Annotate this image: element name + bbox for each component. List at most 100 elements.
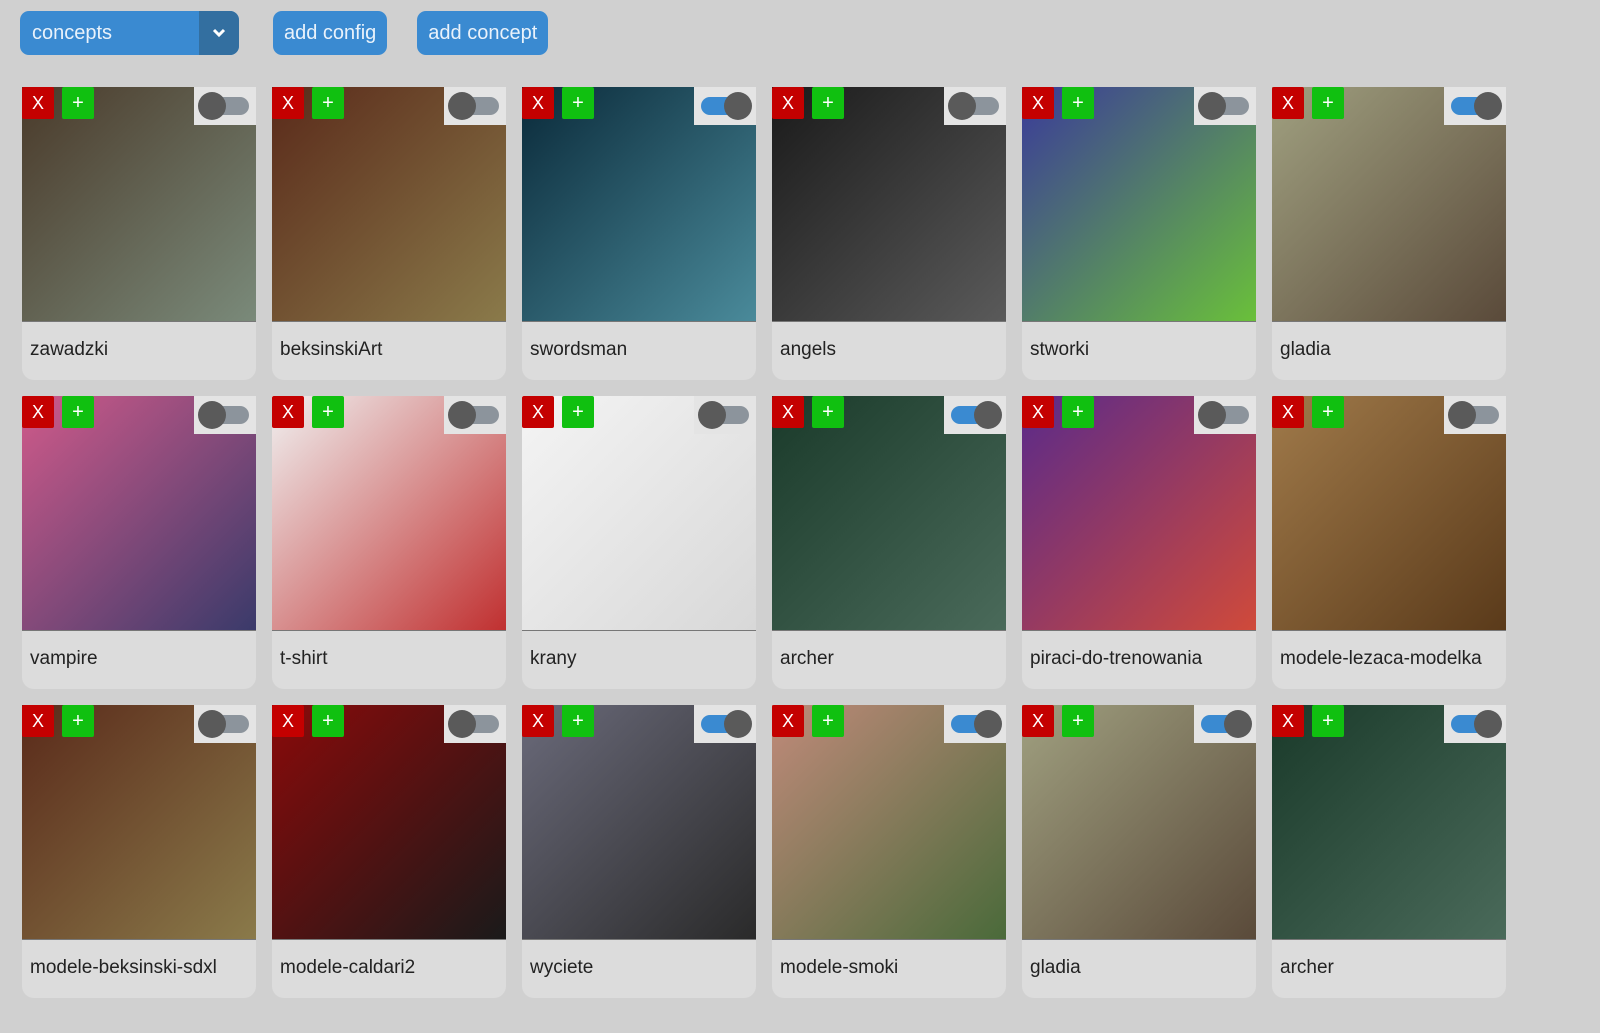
concept-card[interactable]: X + modele-caldari2 bbox=[272, 705, 506, 998]
concepts-select[interactable]: concepts bbox=[20, 11, 239, 55]
enable-toggle[interactable] bbox=[198, 401, 249, 429]
concept-card[interactable]: X + krany bbox=[522, 396, 756, 689]
add-button[interactable]: + bbox=[812, 396, 844, 428]
add-button[interactable]: + bbox=[812, 705, 844, 737]
concept-thumbnail[interactable]: X + bbox=[1272, 396, 1506, 631]
concept-card[interactable]: X + wyciete bbox=[522, 705, 756, 998]
enable-toggle[interactable] bbox=[948, 92, 999, 120]
concept-card[interactable]: X + modele-lezaca-modelka bbox=[1272, 396, 1506, 689]
add-button[interactable]: + bbox=[562, 705, 594, 737]
concept-thumbnail[interactable]: X + bbox=[522, 87, 756, 322]
enable-toggle[interactable] bbox=[448, 92, 499, 120]
concept-card[interactable]: X + archer bbox=[1272, 705, 1506, 998]
concept-thumbnail[interactable]: X + bbox=[1022, 705, 1256, 940]
enable-toggle[interactable] bbox=[1451, 710, 1502, 738]
delete-button[interactable]: X bbox=[1272, 396, 1304, 428]
concept-thumbnail[interactable]: X + bbox=[1272, 705, 1506, 940]
delete-button[interactable]: X bbox=[1022, 87, 1054, 119]
concept-card[interactable]: X + vampire bbox=[22, 396, 256, 689]
enable-toggle[interactable] bbox=[1201, 710, 1252, 738]
concept-card[interactable]: X + beksinskiArt bbox=[272, 87, 506, 380]
add-button[interactable]: + bbox=[312, 396, 344, 428]
chevron-down-icon[interactable] bbox=[199, 11, 239, 55]
delete-button[interactable]: X bbox=[22, 705, 54, 737]
delete-button[interactable]: X bbox=[522, 705, 554, 737]
concept-card[interactable]: X + gladia bbox=[1022, 705, 1256, 998]
concept-thumbnail[interactable]: X + bbox=[272, 87, 506, 322]
concept-card[interactable]: X + archer bbox=[772, 396, 1006, 689]
delete-button[interactable]: X bbox=[1272, 705, 1304, 737]
delete-button[interactable]: X bbox=[772, 705, 804, 737]
concept-card[interactable]: X + t-shirt bbox=[272, 396, 506, 689]
delete-button[interactable]: X bbox=[772, 396, 804, 428]
enable-toggle[interactable] bbox=[951, 401, 1002, 429]
add-button[interactable]: + bbox=[1062, 87, 1094, 119]
concept-card[interactable]: X + swordsman bbox=[522, 87, 756, 380]
concept-thumbnail[interactable]: X + bbox=[272, 705, 506, 940]
add-button[interactable]: + bbox=[812, 87, 844, 119]
delete-button[interactable]: X bbox=[522, 396, 554, 428]
add-button[interactable]: + bbox=[1062, 396, 1094, 428]
delete-button[interactable]: X bbox=[272, 396, 304, 428]
toggle-container bbox=[1194, 87, 1256, 125]
enable-toggle[interactable] bbox=[1198, 401, 1249, 429]
delete-button[interactable]: X bbox=[272, 705, 304, 737]
toggle-container bbox=[944, 705, 1006, 743]
enable-toggle[interactable] bbox=[701, 92, 752, 120]
concept-card[interactable]: X + gladia bbox=[1272, 87, 1506, 380]
concept-thumbnail[interactable]: X + bbox=[772, 396, 1006, 631]
add-button[interactable]: + bbox=[562, 87, 594, 119]
enable-toggle[interactable] bbox=[698, 401, 749, 429]
add-button[interactable]: + bbox=[562, 396, 594, 428]
concept-name: t-shirt bbox=[280, 648, 328, 669]
add-button[interactable]: + bbox=[1312, 396, 1344, 428]
concept-card[interactable]: X + angels bbox=[772, 87, 1006, 380]
add-button[interactable]: + bbox=[312, 87, 344, 119]
add-button[interactable]: + bbox=[62, 396, 94, 428]
add-concept-button[interactable]: add concept bbox=[417, 11, 549, 55]
delete-button[interactable]: X bbox=[1272, 87, 1304, 119]
concept-thumbnail[interactable]: X + bbox=[22, 705, 256, 940]
concept-thumbnail[interactable]: X + bbox=[772, 87, 1006, 322]
delete-button[interactable]: X bbox=[1022, 705, 1054, 737]
enable-toggle[interactable] bbox=[198, 92, 249, 120]
add-button[interactable]: + bbox=[1312, 705, 1344, 737]
delete-button[interactable]: X bbox=[272, 87, 304, 119]
enable-toggle[interactable] bbox=[951, 710, 1002, 738]
add-button[interactable]: + bbox=[62, 705, 94, 737]
add-config-button[interactable]: add config bbox=[273, 11, 388, 55]
delete-button[interactable]: X bbox=[22, 87, 54, 119]
concept-thumbnail[interactable]: X + bbox=[772, 705, 1006, 940]
delete-button[interactable]: X bbox=[522, 87, 554, 119]
enable-toggle[interactable] bbox=[1451, 92, 1502, 120]
delete-button[interactable]: X bbox=[1022, 396, 1054, 428]
concept-card[interactable]: X + stworki bbox=[1022, 87, 1256, 380]
concept-thumbnail[interactable]: X + bbox=[1022, 87, 1256, 322]
toggle-knob bbox=[198, 92, 226, 120]
delete-button[interactable]: X bbox=[772, 87, 804, 119]
concept-thumbnail[interactable]: X + bbox=[1022, 396, 1256, 631]
concept-thumbnail[interactable]: X + bbox=[522, 705, 756, 940]
concept-card[interactable]: X + modele-beksinski-sdxl bbox=[22, 705, 256, 998]
concept-thumbnail[interactable]: X + bbox=[1272, 87, 1506, 322]
concept-thumbnail[interactable]: X + bbox=[22, 396, 256, 631]
toggle-container bbox=[1194, 705, 1256, 743]
delete-button[interactable]: X bbox=[22, 396, 54, 428]
add-button[interactable]: + bbox=[1062, 705, 1094, 737]
concept-thumbnail[interactable]: X + bbox=[22, 87, 256, 322]
enable-toggle[interactable] bbox=[1448, 401, 1499, 429]
concept-thumbnail[interactable]: X + bbox=[522, 396, 756, 631]
concept-card[interactable]: X + zawadzki bbox=[22, 87, 256, 380]
concept-card[interactable]: X + piraci-do-trenowania bbox=[1022, 396, 1256, 689]
add-button[interactable]: + bbox=[62, 87, 94, 119]
enable-toggle[interactable] bbox=[1198, 92, 1249, 120]
concept-thumbnail[interactable]: X + bbox=[272, 396, 506, 631]
enable-toggle[interactable] bbox=[448, 710, 499, 738]
enable-toggle[interactable] bbox=[701, 710, 752, 738]
add-button[interactable]: + bbox=[1312, 87, 1344, 119]
add-button[interactable]: + bbox=[312, 705, 344, 737]
enable-toggle[interactable] bbox=[198, 710, 249, 738]
toggle-container bbox=[444, 87, 506, 125]
concept-card[interactable]: X + modele-smoki bbox=[772, 705, 1006, 998]
enable-toggle[interactable] bbox=[448, 401, 499, 429]
